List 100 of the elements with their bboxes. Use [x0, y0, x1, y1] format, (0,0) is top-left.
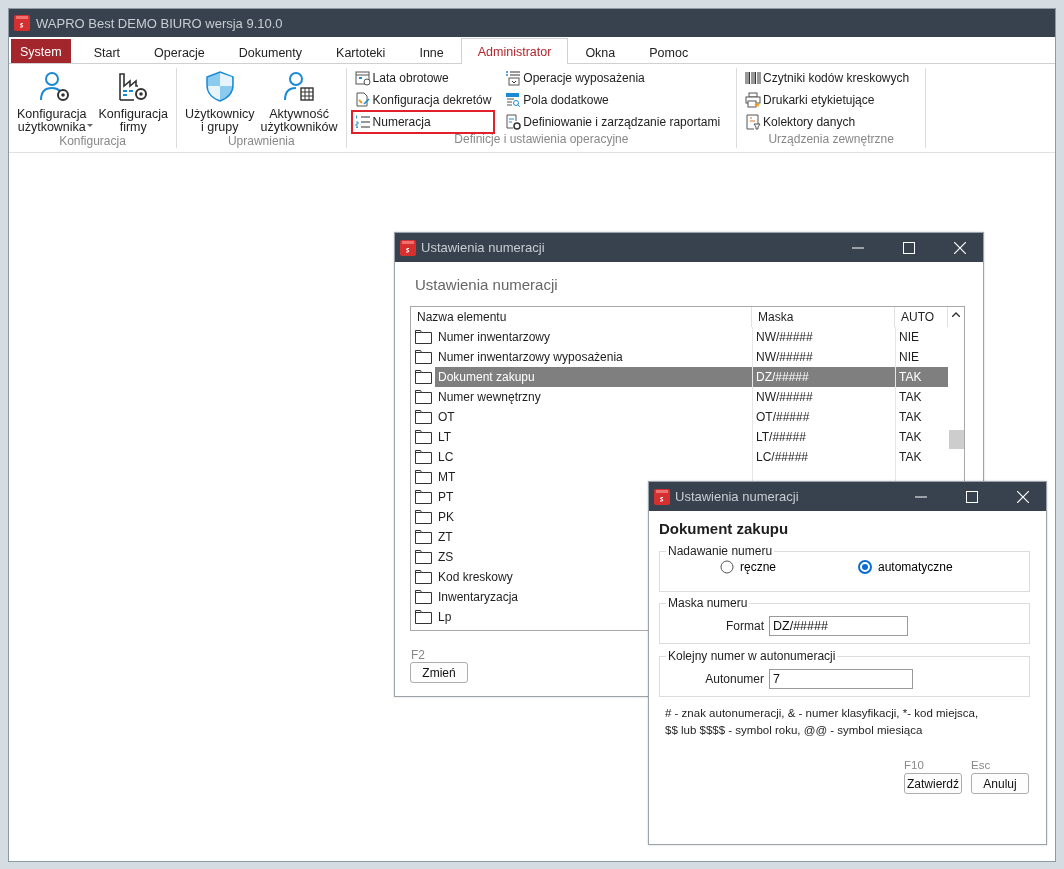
- folder-icon: [414, 350, 432, 364]
- ribbon-button[interactable]: Konfiguracja firmy: [96, 68, 170, 134]
- folder-icon: [414, 390, 432, 404]
- radio-option[interactable]: ręczne: [720, 560, 858, 574]
- ribbon-button[interactable]: Lata obrotowe: [352, 68, 494, 88]
- form-search-icon: [505, 92, 522, 108]
- ribbon-tab[interactable]: Start: [76, 40, 138, 64]
- folder-icon: [414, 370, 432, 384]
- folder-icon: [414, 470, 432, 484]
- printer-icon: [745, 92, 762, 108]
- group-label: Kolejny numer w autonumeracji: [667, 649, 837, 663]
- shield-icon: [203, 70, 236, 102]
- list-row[interactable]: Numer wewnętrzny: [435, 387, 752, 407]
- dialog-heading: Ustawienia numeracji: [415, 276, 559, 295]
- table-cell: TAK: [899, 430, 922, 444]
- folder-icon: [414, 490, 432, 504]
- folder-icon: [414, 450, 432, 464]
- maximize-icon[interactable]: [903, 241, 915, 254]
- maximize-icon[interactable]: [966, 490, 978, 503]
- user-table-icon: [283, 70, 316, 102]
- ribbon-button[interactable]: Konfiguracja użytkownika: [15, 68, 95, 134]
- confirm-button[interactable]: Zatwierdź: [904, 773, 962, 794]
- group-label: Uprawnienia: [226, 134, 296, 148]
- table-cell: NW/#####: [756, 330, 813, 344]
- folder-icon: [414, 430, 432, 444]
- scroll-thumb[interactable]: [948, 430, 964, 449]
- table-cell: TAK: [899, 410, 922, 424]
- folder-icon: [414, 330, 432, 344]
- hint-text: # - znak autonumeracji, & - numer klasyfikacji, *- kod miejsca,: [665, 707, 980, 719]
- factory-gear-icon: [117, 70, 150, 102]
- list-row[interactable]: Dokument zakupu: [435, 367, 752, 387]
- ribbon-button[interactable]: Drukarki etykietujące: [743, 90, 912, 110]
- window-title: Ustawienia numeracji: [675, 489, 800, 504]
- table-cell: TAK: [899, 390, 922, 404]
- input-field[interactable]: DZ/#####: [769, 616, 908, 636]
- ribbon-button[interactable]: Definiowanie i zarządzanie raportami: [503, 112, 723, 132]
- input-field[interactable]: 7: [769, 669, 913, 689]
- table-cell: NIE: [899, 330, 919, 344]
- folder-icon: [414, 570, 432, 584]
- group-label: Maska numeru: [667, 596, 749, 610]
- barcode-icon: [745, 70, 762, 86]
- calendar-icon: [354, 70, 371, 86]
- ribbon-tab[interactable]: Operacje: [137, 40, 222, 64]
- ribbon-button[interactable]: Czytniki kodów kreskowych: [743, 68, 912, 88]
- user-gear-icon: [38, 70, 71, 102]
- field-label: Autonumer: [704, 672, 764, 686]
- ribbon-button[interactable]: Kolektory danych: [743, 112, 912, 132]
- change-button[interactable]: Zmień: [410, 662, 468, 683]
- ribbon-button[interactable]: Aktywność użytkowników: [258, 68, 340, 134]
- table-cell: LT/#####: [756, 430, 806, 444]
- ribbon-tab[interactable]: Dokumenty: [221, 40, 320, 64]
- ribbon-tab[interactable]: Okna: [568, 40, 633, 64]
- group-label: Nadawanie numeru: [667, 544, 774, 558]
- folder-icon: [414, 550, 432, 564]
- group-label: Urządzenia zewnętrzne: [767, 132, 895, 148]
- table-cell: NIE: [899, 350, 919, 364]
- app-menu-button[interactable]: System: [11, 39, 71, 63]
- dialog-heading: Dokument zakupu: [659, 520, 790, 539]
- column-header[interactable]: Maska: [752, 307, 895, 327]
- folder-icon: [414, 590, 432, 604]
- group-label: Konfiguracja: [58, 134, 127, 148]
- group-label: Definicje i ustawienia operacyjne: [453, 132, 630, 148]
- folder-icon: [414, 530, 432, 544]
- table-cell: NW/#####: [756, 390, 813, 404]
- window-title: WAPRO Best DEMO BIURO wersja 9.10.0: [36, 15, 283, 31]
- list-row[interactable]: Numer inwentarzowy wyposażenia: [435, 347, 752, 367]
- shortcut-label: F2: [411, 648, 425, 662]
- ribbon-tab[interactable]: Pomoc: [632, 40, 706, 64]
- close-icon[interactable]: [1017, 490, 1029, 503]
- numbered-list-icon: [354, 114, 371, 130]
- close-icon[interactable]: [954, 241, 966, 254]
- shortcut-label: F10: [904, 759, 925, 773]
- table-cell: OT/#####: [756, 410, 810, 424]
- column-header[interactable]: Nazwa elementu: [411, 307, 752, 327]
- ribbon-button[interactable]: Operacje wyposażenia: [503, 68, 723, 88]
- folder-icon: [414, 510, 432, 524]
- list-row[interactable]: Numer inwentarzowy: [435, 327, 752, 347]
- shortcut-label: Esc: [971, 759, 992, 773]
- table-cell: TAK: [899, 450, 922, 464]
- list-row[interactable]: LC: [435, 447, 752, 467]
- radio-option[interactable]: automatyczne: [858, 560, 996, 574]
- ribbon-button[interactable]: Konfiguracja dekretów: [352, 90, 494, 110]
- list-row[interactable]: OT: [435, 407, 752, 427]
- scroll-up-icon[interactable]: [952, 312, 960, 317]
- table-cell: DZ/#####: [756, 370, 809, 384]
- list-icon: [505, 70, 522, 86]
- cancel-button[interactable]: Anuluj: [971, 773, 1029, 794]
- ribbon-tab[interactable]: Administrator: [460, 38, 569, 64]
- ribbon-tab[interactable]: Kartoteki: [319, 40, 403, 64]
- folder-icon: [414, 610, 432, 624]
- ribbon-tab[interactable]: Inne: [402, 40, 461, 64]
- table-cell: NW/#####: [756, 350, 813, 364]
- app-logo-icon: [400, 239, 416, 256]
- app-logo-icon: [14, 15, 30, 31]
- list-row[interactable]: LT: [435, 427, 752, 447]
- ribbon-button[interactable]: Pola dodatkowe: [503, 90, 723, 110]
- list-row[interactable]: MT: [435, 467, 752, 487]
- ribbon-button[interactable]: Użytkownicy i grupy: [183, 68, 257, 134]
- ribbon-button[interactable]: Numeracja: [352, 112, 494, 132]
- app-logo-icon: [654, 488, 670, 505]
